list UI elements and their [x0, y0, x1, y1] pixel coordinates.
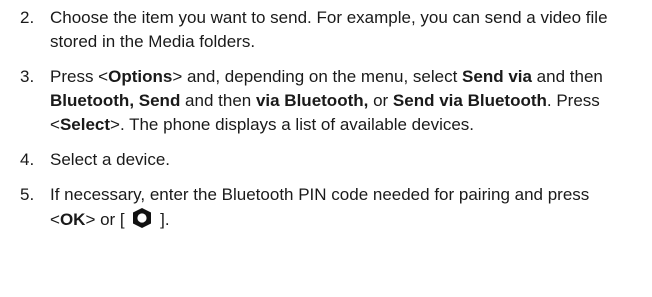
bold-term: Options	[108, 67, 173, 86]
text-run: Select a device.	[50, 150, 171, 169]
bold-term: via Bluetooth,	[255, 91, 369, 110]
step-text: Choose the item you want to send. For ex…	[50, 6, 620, 54]
bold-term: Send via	[462, 67, 532, 86]
bold-term: Bluetooth, Send	[50, 91, 181, 110]
text-run: and then	[531, 67, 603, 86]
bold-term: Send via Bluetooth	[392, 91, 547, 110]
text-run: > or [	[85, 210, 130, 229]
step-3: 3. Press <Options> and, depending on the…	[0, 65, 652, 137]
step-text: If necessary, enter the Bluetooth PIN co…	[50, 183, 620, 232]
instruction-document: 2. Choose the item you want to send. For…	[0, 0, 652, 297]
step-4: 4. Select a device.	[0, 148, 652, 172]
text-run: > and, depending on the menu, select	[172, 67, 463, 86]
text-run: >. The phone displays a list of availabl…	[110, 115, 475, 134]
text-run: or	[368, 91, 393, 110]
step-number: 2.	[20, 8, 35, 27]
step-2: 2. Choose the item you want to send. For…	[0, 6, 652, 54]
step-5: 5. If necessary, enter the Bluetooth PIN…	[0, 183, 652, 232]
step-number: 3.	[20, 67, 35, 86]
step-number: 5.	[20, 185, 35, 204]
text-run: Choose the item you want to send. For ex…	[50, 8, 608, 51]
text-run: ].	[155, 210, 170, 229]
step-text: Select a device.	[50, 148, 620, 172]
text-run: Press <	[50, 67, 109, 86]
step-number: 4.	[20, 150, 35, 169]
text-run: and then	[180, 91, 256, 110]
bold-term: OK	[59, 210, 86, 229]
navigation-key-icon	[131, 207, 153, 229]
bold-term: Select	[59, 115, 111, 134]
step-text: Press <Options> and, depending on the me…	[50, 65, 620, 137]
